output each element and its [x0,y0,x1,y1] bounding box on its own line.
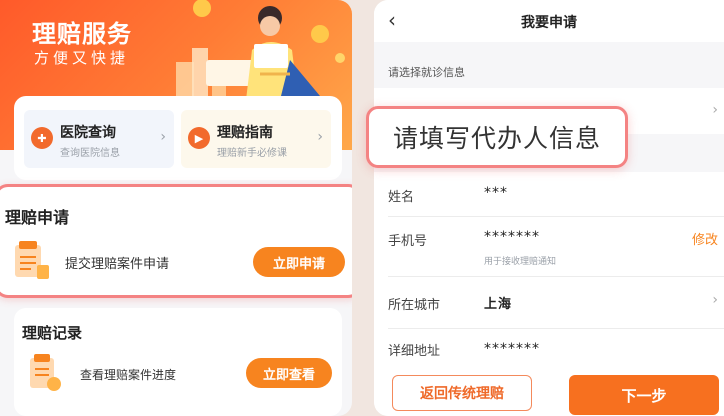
nav-bar: ‹ 我要申请 [374,0,724,42]
hospital-query-title: 医院查询 [60,125,116,141]
hero-title: 理赔服务 [32,20,132,48]
hospital-query-link[interactable]: ✚ 医院查询 查询医院信息 › [24,110,174,168]
city-row[interactable]: 所在城市 上海 › [374,276,724,328]
phone-label: 手机号 [388,234,428,249]
claims-guide-link[interactable]: ▶ 理赔指南 理赔新手必修课 › [181,110,331,168]
hero-subtitle: 方便又快捷 [34,49,130,67]
claim-apply-card: 理赔申请 提交理赔案件申请 立即申请 [0,184,352,298]
address-label: 详细地址 [388,344,441,359]
city-label: 所在城市 [388,298,441,313]
chevron-right-icon: › [160,129,166,145]
claim-apply-title: 理赔申请 [5,208,70,227]
claim-apply-text: 提交理赔案件申请 [65,257,170,272]
claims-guide-subtitle: 理赔新手必修课 [217,148,287,159]
quick-links-card: ✚ 医院查询 查询医院信息 › ▶ 理赔指南 理赔新手必修课 › [14,96,342,180]
page-title: 我要申请 [521,15,577,31]
guide-icon: ▶ [188,127,210,149]
agent-info-callout: 请填写代办人信息 [366,106,628,168]
clipboard-form-icon [15,241,49,279]
apply-now-button[interactable]: 立即申请 [253,247,345,277]
name-label: 姓名 [388,190,415,205]
city-value: 上海 [484,297,513,312]
hospital-icon: ✚ [31,127,53,149]
name-row[interactable]: 姓名 *** [374,172,724,216]
chevron-right-icon: › [712,292,718,308]
address-value: ******* [484,341,540,357]
claim-record-title: 理赔记录 [22,324,83,342]
address-row[interactable]: 详细地址 ******* [374,328,724,372]
phone-hint: 用于接收理赔通知 [484,257,557,267]
claims-guide-title: 理赔指南 [217,125,273,141]
record-document-icon [30,354,61,391]
phone-value: ******* [484,229,540,245]
apply-form-screen: ‹ 我要申请 请选择就诊信息 › 姓名 *** 手机号 ******* 用于接收… [374,0,724,416]
chevron-right-icon: › [317,129,323,145]
claim-record-card: 理赔记录 查看理赔案件进度 立即查看 [14,308,342,416]
hospital-query-subtitle: 查询医院信息 [60,148,120,159]
name-value: *** [484,185,508,201]
chevron-right-icon: › [712,102,718,118]
view-now-button[interactable]: 立即查看 [246,358,332,388]
return-traditional-claim-button[interactable]: 返回传统理赔 [392,375,532,411]
claim-record-text: 查看理赔案件进度 [80,368,177,382]
claims-service-screen: 理赔服务 方便又快捷 ✚ 医院查询 查询医院信息 › ▶ 理赔指南 理赔新手必修… [0,0,352,416]
next-step-button[interactable]: 下一步 [569,375,719,415]
phone-row[interactable]: 手机号 ******* 用于接收理赔通知 修改 [374,216,724,276]
visit-info-section-label: 请选择就诊信息 [388,66,465,79]
edit-phone-link[interactable]: 修改 [692,229,718,248]
